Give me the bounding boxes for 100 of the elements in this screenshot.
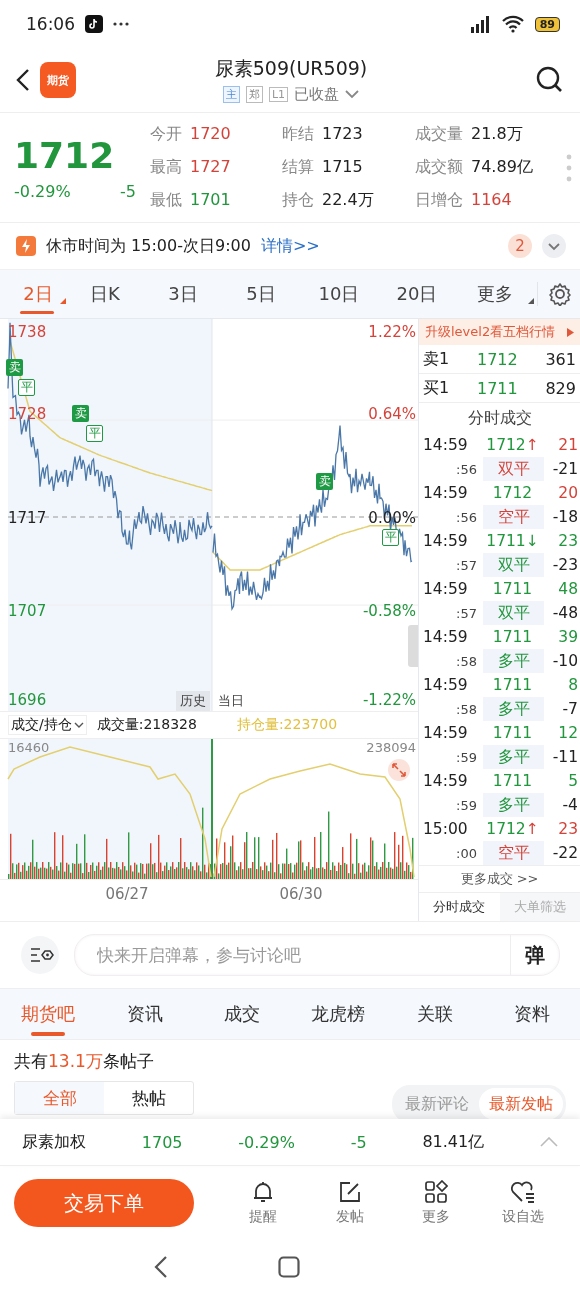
search-icon[interactable] — [536, 66, 564, 94]
trade-type: 空平 — [483, 841, 544, 865]
order-price: 1711 — [476, 378, 518, 398]
last-price: 1712 — [14, 134, 116, 176]
trade-price: 1711 — [491, 724, 534, 742]
battery-level: 89 — [534, 16, 560, 32]
trade-volume: 39 — [557, 628, 578, 646]
stat-label: 最高 — [150, 157, 182, 178]
indicator-dropdown[interactable]: 成交/持仓 — [8, 715, 87, 735]
trade-price: 1712↑ — [485, 436, 540, 454]
trade-price: 1711 — [491, 676, 534, 694]
order-volume: 829 — [545, 378, 576, 398]
notice-count-badge: 2 — [508, 234, 532, 258]
clock: 16:06 — [26, 14, 75, 34]
wifi-icon — [500, 15, 525, 33]
edit-icon[interactable] — [337, 1180, 362, 1204]
danmaku-button[interactable]: 弹 — [510, 935, 559, 975]
period-tab[interactable]: 5日 — [222, 272, 300, 316]
trade-time: 15:00 — [423, 820, 469, 838]
grid-icon[interactable] — [424, 1180, 449, 1204]
trade-type: 双平 — [483, 457, 544, 481]
history-tab[interactable]: 历史 — [176, 691, 210, 711]
period-tab[interactable]: 日K — [66, 272, 144, 316]
details-link[interactable]: 详情>> — [260, 235, 320, 257]
upgrade-text: 升级level2看五档行情 — [425, 323, 556, 341]
more-trades-link[interactable]: 更多成交 >> — [419, 865, 580, 892]
open-interest-change: -18 — [551, 508, 578, 526]
chevron-down-icon[interactable] — [73, 721, 84, 729]
content-tab[interactable]: 龙虎榜 — [290, 992, 387, 1036]
action-label[interactable]: 发帖 — [335, 1208, 364, 1226]
period-tab[interactable]: 10日 — [300, 272, 378, 316]
expand-icon[interactable] — [542, 234, 566, 258]
index-amount: 81.41亿 — [422, 1131, 485, 1153]
trade-time: 14:59 — [423, 436, 469, 454]
danmaku-settings-icon[interactable] — [20, 935, 60, 975]
sort-tab[interactable]: 最新发帖 — [479, 1088, 563, 1120]
back-icon[interactable] — [16, 68, 30, 92]
trade-volume: 8 — [567, 676, 578, 694]
stat-label: 成交量 — [415, 124, 463, 145]
trade-time: 14:59 — [423, 628, 469, 646]
home-icon[interactable] — [278, 1256, 300, 1278]
index-change: -5 — [350, 1132, 367, 1152]
period-tab[interactable]: 更多 — [456, 272, 534, 316]
filter-tab[interactable]: 热帖 — [104, 1082, 193, 1114]
content-tab[interactable]: 关联 — [386, 992, 484, 1036]
trade-type: 多平 — [483, 745, 544, 769]
trade-volume: 20 — [557, 484, 578, 502]
order-price: 1712 — [476, 349, 518, 369]
post-count: 共有13.1万条帖子 — [13, 1050, 155, 1073]
trade-price: 1711 — [491, 772, 534, 790]
stat-value: 21.8万 — [471, 124, 523, 145]
open-interest-change: -10 — [551, 652, 578, 670]
percent-axis-label: -0.58% — [362, 602, 416, 620]
stat-label: 成交额 — [415, 157, 463, 178]
open-interest-change: -4 — [561, 796, 578, 814]
content-tab[interactable]: 成交 — [193, 992, 290, 1036]
action-label[interactable]: 设自选 — [501, 1208, 544, 1226]
content-tab[interactable]: 资料 — [483, 992, 580, 1036]
open-interest-change: -23 — [551, 556, 578, 574]
lightning-icon — [16, 236, 36, 256]
stat-label: 最低 — [150, 190, 182, 211]
period-tab[interactable]: 3日 — [144, 272, 222, 316]
chart-handle[interactable] — [408, 625, 418, 667]
index-price: 1705 — [141, 1132, 183, 1152]
trade-seconds: :58 — [455, 701, 477, 717]
trade-seconds: :59 — [455, 749, 477, 765]
stat-label: 今开 — [150, 124, 182, 145]
comment-field[interactable]: 快来开启弹幕，参与讨论吧 弹 — [74, 934, 560, 976]
trade-volume: 23 — [557, 820, 578, 838]
expand-arrows-icon[interactable] — [388, 759, 410, 781]
trade-marker: 平 — [18, 379, 35, 396]
today-tab[interactable]: 当日 — [216, 691, 246, 711]
trade-volume: 21 — [557, 436, 578, 454]
contract-tag: 郑 — [245, 86, 263, 103]
open-interest-change: -21 — [551, 460, 578, 478]
trade-marker: 平 — [86, 425, 103, 442]
period-tab[interactable]: 20日 — [378, 272, 456, 316]
index-name: 尿素加权 — [22, 1131, 86, 1153]
notice-text: 休市时间为 15:00-次日9:00 — [46, 235, 251, 257]
action-label[interactable]: 更多 — [422, 1208, 451, 1226]
stat-value: 1715 — [322, 157, 363, 178]
app-notification-icon — [85, 15, 103, 33]
heart-list-icon[interactable] — [509, 1180, 536, 1204]
stat-value: 1727 — [190, 157, 231, 178]
trade-type: 多平 — [483, 793, 544, 817]
trade-time: 14:59 — [423, 724, 469, 742]
trade-time: 14:59 — [423, 532, 469, 550]
trade-time: 14:59 — [423, 580, 469, 598]
percent-axis-label: 0.64% — [368, 405, 416, 423]
content-tab[interactable]: 资讯 — [96, 992, 194, 1036]
trade-type: 多平 — [483, 697, 544, 721]
back-icon[interactable] — [154, 1256, 168, 1278]
stat-label: 日增仓 — [415, 190, 463, 211]
app-logo: 期货 — [40, 62, 76, 98]
more-icon — [113, 22, 129, 26]
chevron-down-icon[interactable] — [345, 90, 360, 99]
market-status[interactable]: 已收盘 — [294, 85, 340, 104]
trade-seconds: :56 — [455, 509, 477, 525]
action-label[interactable]: 提醒 — [249, 1208, 278, 1226]
trade-price: 1711↓ — [485, 532, 540, 550]
